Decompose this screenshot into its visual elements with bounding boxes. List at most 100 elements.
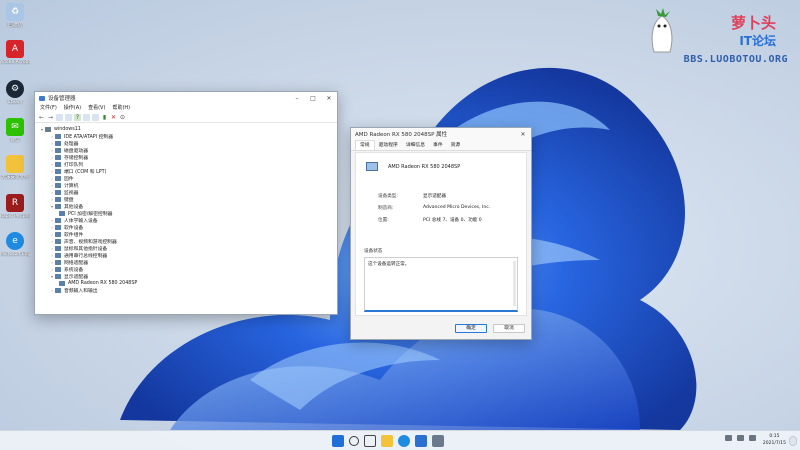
desktop-icon-label: 微信 bbox=[10, 138, 20, 143]
update-driver-icon[interactable]: ▮ bbox=[101, 114, 108, 121]
status-scrollbar[interactable] bbox=[513, 261, 516, 306]
file-explorer-icon[interactable] bbox=[381, 435, 393, 447]
tree-category-item[interactable]: ▾ 其他设备 bbox=[39, 203, 337, 210]
menu-bar: 文件(F) 操作(A) 查看(V) 帮助(H) bbox=[35, 104, 337, 113]
device-manager-titlebar[interactable]: 设备管理器 – □ ✕ bbox=[35, 92, 337, 104]
tree-device-item[interactable]: AMD Radeon RX 580 2048SP bbox=[39, 280, 337, 287]
menu-file[interactable]: 文件(F) bbox=[38, 104, 62, 113]
desktop-wechat[interactable]: ✉ 微信 bbox=[0, 118, 30, 143]
menu-view[interactable]: 查看(V) bbox=[86, 104, 110, 113]
desktop-edge[interactable]: e Microsoft Edge bbox=[0, 232, 30, 257]
start-icon[interactable] bbox=[332, 435, 344, 447]
tree-category-item[interactable]: › 存储控制器 bbox=[39, 154, 337, 161]
task-view-icon[interactable] bbox=[364, 435, 376, 447]
tree-view-icon[interactable] bbox=[56, 114, 63, 121]
tree-category-item[interactable]: › 通用串行总线控制器 bbox=[39, 252, 337, 259]
manufacturer-row: 制造商: Advanced Micro Devices, Inc. bbox=[378, 205, 490, 211]
tree-root-label: windows11 bbox=[54, 127, 81, 132]
tree-device-item[interactable]: PCI 加密/解密控制器 bbox=[39, 210, 337, 217]
device-category-icon bbox=[55, 141, 61, 146]
desktop-folder[interactable]: 无法安装文件 bbox=[0, 155, 30, 180]
device-manager-icon[interactable] bbox=[432, 435, 444, 447]
scan-hardware-icon[interactable] bbox=[92, 114, 99, 121]
tree-category-item[interactable]: › 音频输入和输出 bbox=[39, 287, 337, 294]
tree-category-item[interactable]: › 固件 bbox=[39, 175, 337, 182]
store-icon[interactable] bbox=[415, 435, 427, 447]
tree-category-item[interactable]: › 监视器 bbox=[39, 189, 337, 196]
back-icon[interactable]: ← bbox=[38, 114, 45, 121]
tab-details[interactable]: 详细信息 bbox=[402, 140, 429, 150]
edge-icon[interactable] bbox=[398, 435, 410, 447]
tree-category-item[interactable]: › 软件设备 bbox=[39, 224, 337, 231]
window-title: 设备管理器 bbox=[48, 96, 76, 102]
uninstall-icon[interactable]: ✕ bbox=[110, 114, 117, 121]
tree-category-item[interactable]: › 打印队列 bbox=[39, 161, 337, 168]
maximize-icon[interactable]: □ bbox=[305, 95, 321, 102]
minimize-icon[interactable]: – bbox=[289, 95, 305, 102]
chevron-up-icon[interactable] bbox=[725, 435, 732, 441]
tree-category-item[interactable]: › 处理器 bbox=[39, 140, 337, 147]
tree-category-item[interactable]: › 人体学输入设备 bbox=[39, 217, 337, 224]
menu-help[interactable]: 帮助(H) bbox=[110, 104, 135, 113]
device-type-label: 设备类型: bbox=[378, 194, 398, 199]
volume-icon[interactable] bbox=[749, 435, 756, 441]
tree-category-item[interactable]: ▾ 显示适配器 bbox=[39, 273, 337, 280]
notification-icon[interactable] bbox=[789, 436, 797, 446]
tree-category-item[interactable]: › 端口 (COM 和 LPT) bbox=[39, 168, 337, 175]
close-icon[interactable]: ✕ bbox=[321, 95, 337, 102]
device-category-icon bbox=[55, 267, 61, 272]
tab-driver[interactable]: 驱动程序 bbox=[375, 140, 402, 150]
cancel-button[interactable]: 取消 bbox=[493, 324, 525, 333]
device-category-icon bbox=[55, 274, 61, 279]
tree-category-item[interactable]: › 磁盘驱动器 bbox=[39, 147, 337, 154]
network-icon[interactable] bbox=[737, 435, 744, 441]
tab-general[interactable]: 常规 bbox=[355, 140, 375, 150]
device-category-icon bbox=[55, 169, 61, 174]
clock[interactable]: 0:15 2021/7/15 bbox=[763, 433, 786, 447]
tree-category-item[interactable]: › 计算机 bbox=[39, 182, 337, 189]
search-icon[interactable] bbox=[349, 436, 359, 446]
tab-events[interactable]: 事件 bbox=[429, 140, 447, 150]
device-category-icon bbox=[55, 204, 61, 209]
desktop-rapid-peripheral[interactable]: R Rapid Peripheral... bbox=[0, 194, 30, 219]
watermark-logo: 萝卜头 IT论坛 BBS.LUOBOTOU.ORG bbox=[644, 4, 794, 68]
tree-category-item[interactable]: › 系统设备 bbox=[39, 266, 337, 273]
desktop-recycle-bin[interactable]: ♻ 回收站 bbox=[0, 3, 30, 28]
tree-item-label: 监视器 bbox=[64, 191, 79, 196]
desktop-icon-label: Steam bbox=[7, 100, 23, 105]
tree-item-label: 存储控制器 bbox=[64, 156, 88, 161]
device-tree: ▾ windows11 › IDE ATA/ATAPI 控制器 › 处理器 › 磁盘驱动器… bbox=[35, 125, 337, 314]
tree-category-item[interactable]: › IDE ATA/ATAPI 控制器 bbox=[39, 133, 337, 140]
device-category-icon bbox=[55, 148, 61, 153]
tree-category-item[interactable]: › 鼠标和其他指针设备 bbox=[39, 245, 337, 252]
tree-item-label: 键盘 bbox=[64, 198, 74, 203]
help-icon[interactable]: ? bbox=[74, 114, 81, 121]
tree-category-item[interactable]: › 声音、视频和游戏控制器 bbox=[39, 238, 337, 245]
properties-titlebar[interactable]: AMD Radeon RX 580 2048SP 属性 ✕ bbox=[351, 128, 531, 140]
download-icon[interactable]: ⊙ bbox=[119, 114, 126, 121]
tree-root[interactable]: ▾ windows11 bbox=[39, 126, 337, 133]
device-status-textbox[interactable]: 这个设备运转正常。 bbox=[364, 257, 518, 312]
device-type-row: 设备类型: 显示适配器 bbox=[378, 193, 446, 199]
properties-icon[interactable] bbox=[65, 114, 72, 121]
device-category-icon bbox=[55, 239, 61, 244]
menu-action[interactable]: 操作(A) bbox=[62, 104, 86, 113]
desktop-acrobat[interactable]: A Adobe Acrobat... bbox=[0, 40, 30, 65]
location-row: 位置: PCI 总线 7、设备 0、功能 0 bbox=[378, 217, 482, 223]
toolbar: ← → ? ▮ ✕ ⊙ bbox=[35, 113, 337, 123]
tree-category-item[interactable]: › 网络适配器 bbox=[39, 259, 337, 266]
desktop-steam[interactable]: ⚙ Steam bbox=[0, 80, 30, 105]
tree-item-label: 磁盘驱动器 bbox=[64, 149, 88, 154]
tab-resources[interactable]: 资源 bbox=[447, 140, 465, 150]
edge-icon: e bbox=[6, 232, 24, 250]
details-icon[interactable] bbox=[83, 114, 90, 121]
ok-button[interactable]: 确定 bbox=[455, 324, 487, 333]
forward-icon[interactable]: → bbox=[47, 114, 54, 121]
pdf-icon: A bbox=[6, 40, 24, 58]
device-category-icon bbox=[55, 134, 61, 139]
desktop-icon-label: 无法安装文件 bbox=[1, 175, 29, 180]
tree-category-item[interactable]: › 软件组件 bbox=[39, 231, 337, 238]
close-icon[interactable]: ✕ bbox=[515, 131, 531, 138]
tree-category-item[interactable]: › 键盘 bbox=[39, 196, 337, 203]
device-status-group: 设备状态 这个设备运转正常。 bbox=[364, 248, 518, 312]
